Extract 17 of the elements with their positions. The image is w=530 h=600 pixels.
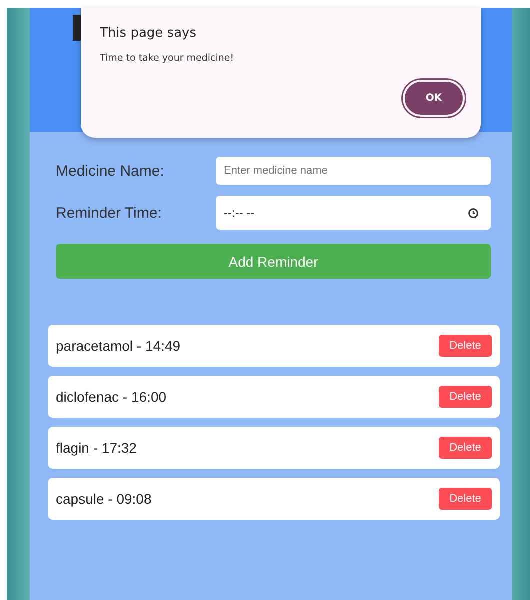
ok-button[interactable]: OK	[403, 80, 465, 117]
delete-button[interactable]: Delete	[439, 437, 492, 459]
reminder-text: diclofenac - 16:00	[56, 389, 167, 405]
dialog-message: Time to take your medicine!	[100, 53, 236, 64]
reminder-text: capsule - 09:08	[56, 491, 152, 507]
add-reminder-button[interactable]: Add Reminder	[56, 244, 491, 279]
dialog-title: This page says	[100, 26, 198, 41]
field-label: Reminder Time:	[56, 204, 162, 222]
clock-icon[interactable]	[468, 208, 479, 219]
delete-button[interactable]: Delete	[439, 488, 492, 510]
text-field[interactable]: Enter medicine name	[216, 157, 491, 185]
reminder-text: paracetamol - 14:49	[56, 338, 181, 354]
delete-button[interactable]: Delete	[439, 386, 492, 408]
time-field[interactable]: --:-- --	[216, 196, 491, 230]
delete-button[interactable]: Delete	[439, 335, 492, 357]
field-label: Medicine Name:	[56, 162, 164, 180]
reminder-text: flagin - 17:32	[56, 440, 137, 456]
